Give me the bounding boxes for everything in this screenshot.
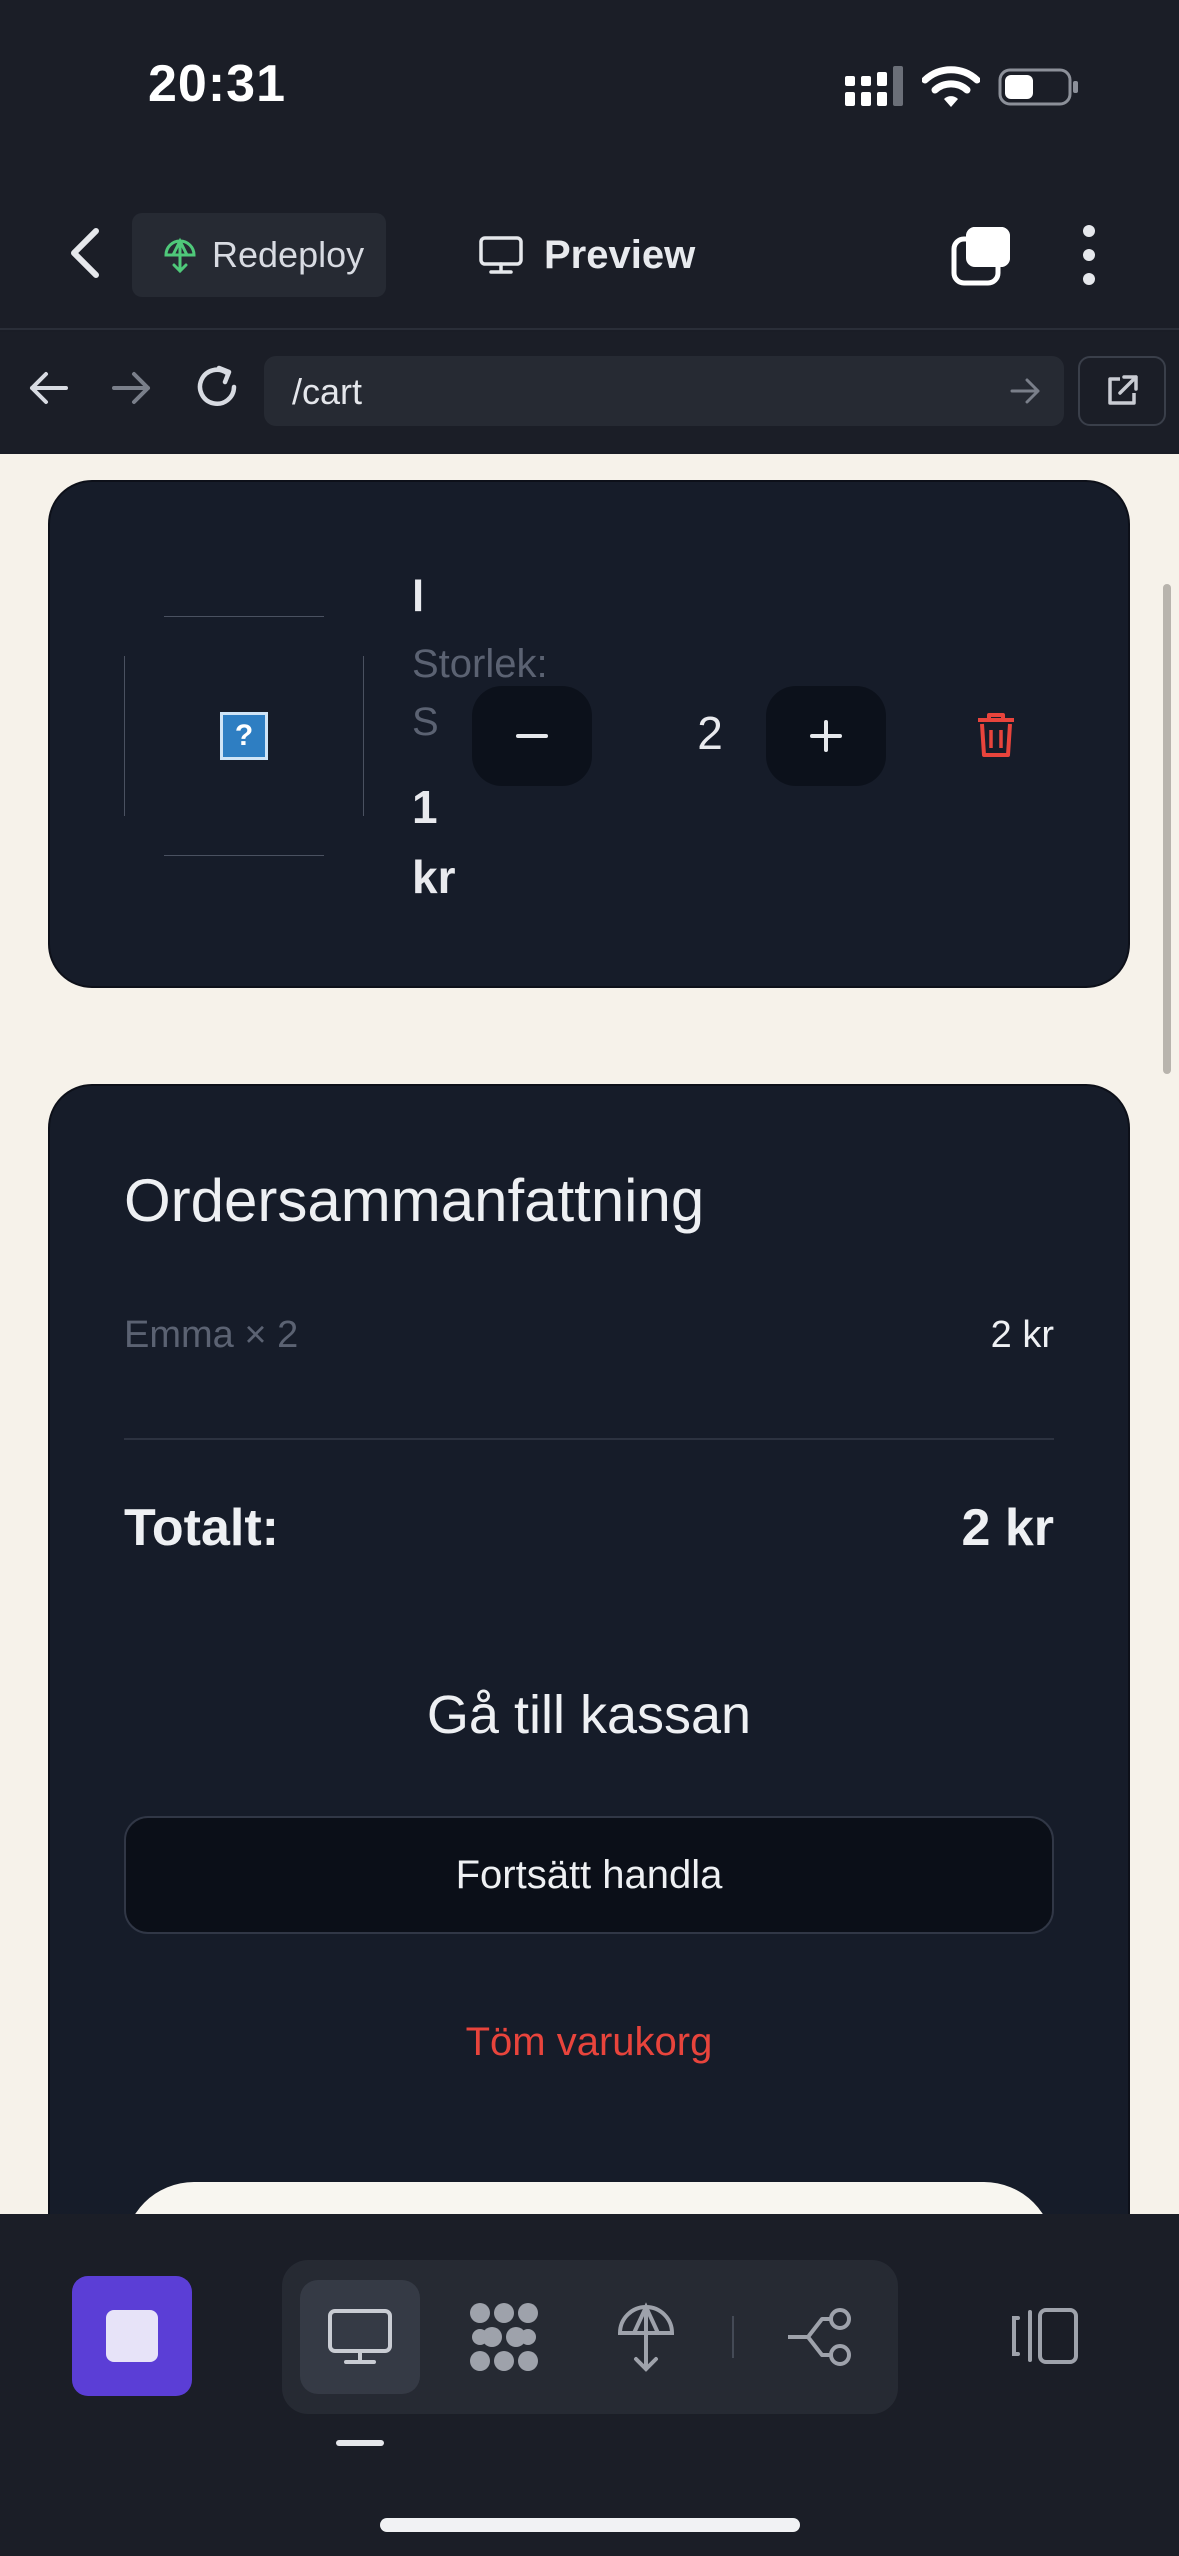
- tab-preview[interactable]: [300, 2280, 420, 2394]
- status-bar: 20:31: [0, 0, 1179, 175]
- total-value: 2 kr: [961, 1499, 1054, 1557]
- external-link-icon: [1108, 375, 1138, 405]
- apps-grid-icon: [470, 2303, 538, 2371]
- summary-line-item: Emma × 2: [124, 1314, 299, 1356]
- active-tab-indicator: [336, 2440, 384, 2446]
- empty-cart-button[interactable]: Töm varukorg: [50, 2020, 1128, 2065]
- stop-button[interactable]: [72, 2276, 192, 2396]
- summary-title: Ordersammanfattning: [124, 1167, 705, 1234]
- tab-deploy[interactable]: [586, 2280, 706, 2394]
- bottom-dock: [0, 2214, 1179, 2556]
- product-size-value: S: [412, 700, 439, 744]
- separator: [732, 2316, 734, 2358]
- increase-quantity-button[interactable]: [766, 686, 886, 786]
- product-name: l: [412, 572, 425, 621]
- product-size-label: Storlek:: [412, 642, 548, 686]
- broken-image-icon: ?: [220, 712, 268, 760]
- redeploy-icon: [164, 237, 196, 274]
- app-toolbar: Redeploy Preview: [0, 175, 1179, 330]
- home-indicator[interactable]: [380, 2518, 800, 2532]
- trash-icon[interactable]: [974, 710, 1018, 760]
- plus-icon: [810, 720, 842, 752]
- total-label: Totalt:: [124, 1499, 279, 1557]
- arrow-right-icon[interactable]: [110, 366, 154, 410]
- arrow-left-icon[interactable]: [26, 366, 70, 410]
- redeploy-label: Redeploy: [212, 234, 365, 275]
- preview-button[interactable]: Preview: [478, 213, 695, 297]
- url-bar: /cart: [0, 332, 1179, 452]
- continue-shopping-button[interactable]: Fortsätt handla: [124, 1816, 1054, 1934]
- decrease-quantity-button[interactable]: [472, 686, 592, 786]
- url-input[interactable]: /cart: [264, 356, 1064, 426]
- monitor-icon: [328, 2309, 392, 2364]
- url-text: /cart: [292, 371, 363, 412]
- preview-label: Preview: [544, 232, 696, 277]
- web-page-viewport[interactable]: ? l Storlek: S 1 kr 2 Ordersammanfattnin…: [0, 454, 1179, 2214]
- cart-item-card: ? l Storlek: S 1 kr 2: [48, 480, 1130, 988]
- reload-icon[interactable]: [192, 362, 242, 412]
- side-panel-icon[interactable]: [1010, 2306, 1080, 2366]
- open-external-button[interactable]: [1078, 356, 1166, 426]
- tabs-icon[interactable]: [950, 223, 1014, 287]
- cellular-signal-icon: [845, 66, 903, 106]
- stop-icon: [106, 2310, 158, 2362]
- monitor-icon: [479, 236, 523, 274]
- battery-icon: [998, 68, 1078, 106]
- scrollbar-thumb[interactable]: [1163, 584, 1171, 1074]
- tab-apps[interactable]: [444, 2280, 564, 2394]
- chevron-left-icon[interactable]: [60, 225, 110, 281]
- wifi-icon: [922, 66, 980, 107]
- product-image: ?: [124, 616, 364, 856]
- workflow-icon: [788, 2308, 851, 2366]
- tab-workflow[interactable]: [760, 2280, 880, 2394]
- divider: [124, 1438, 1054, 1440]
- summary-line-price: 2 kr: [990, 1314, 1054, 1356]
- minus-icon: [516, 734, 548, 738]
- quantity-value: 2: [697, 707, 723, 759]
- view-switcher: [282, 2260, 898, 2414]
- redeploy-button[interactable]: Redeploy: [132, 213, 386, 297]
- deploy-icon: [617, 2302, 675, 2372]
- status-time: 20:31: [148, 55, 286, 113]
- more-vertical-icon[interactable]: [1074, 223, 1104, 287]
- product-price: 1 kr: [412, 781, 456, 903]
- go-arrow-icon[interactable]: [1010, 376, 1042, 406]
- cta-button-partial[interactable]: [124, 2182, 1054, 2214]
- checkout-button[interactable]: Gå till kassan: [50, 1684, 1128, 1746]
- order-summary-card: Ordersammanfattning Emma × 2 2 kr Totalt…: [48, 1084, 1130, 2214]
